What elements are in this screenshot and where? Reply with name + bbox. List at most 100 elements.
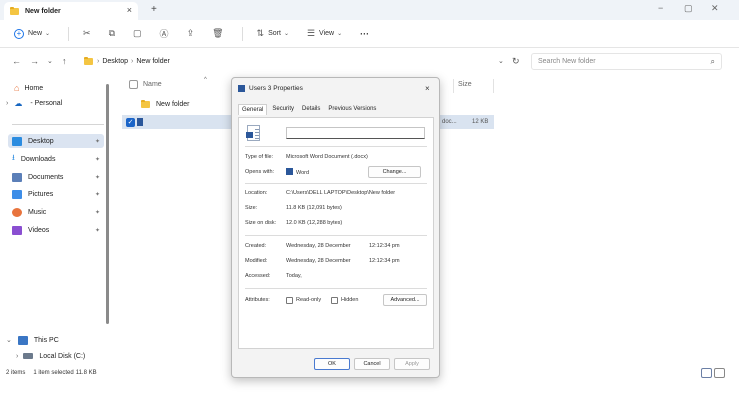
tab-new-folder[interactable]: New folder × [4,2,138,20]
chevron-down-icon: ⌄ [337,31,343,37]
minimize-button[interactable]: − [658,3,663,13]
sidebar-scrollbar[interactable] [106,84,109,324]
change-button[interactable]: Change... [368,166,421,178]
details-view-icon[interactable] [701,368,712,378]
sidebar-item-desktop[interactable]: Desktop [8,134,104,148]
sidebar-item-documents[interactable]: Documents [12,170,63,184]
delete-button[interactable]: 🗑 [212,28,227,39]
chevron-right-icon: › [16,352,19,360]
up-arrow-icon[interactable]: ↑ [62,56,67,66]
dialog-title-text: Users 3 Properties [249,85,303,92]
view-button[interactable]: ☰ View ⌄ [307,28,346,39]
item-name: New folder [156,100,190,108]
copy-button[interactable]: ⧉ [109,28,119,39]
recent-chevron-icon[interactable]: ⌄ [47,57,53,65]
word-doc-icon [238,85,245,92]
tab-previous-versions[interactable]: Previous Versions [325,104,379,115]
command-bar: + New ⌄ ✂ ⧉ ▢ Ⓐ ⇪ 🗑 ⇅ Sort ⌄ ☰ View ⌄ ··… [0,20,739,48]
sidebar-label: Desktop [28,137,54,145]
restore-button[interactable]: ▢ [684,3,693,14]
file-name-field[interactable] [286,127,425,139]
sidebar-item-music[interactable]: Music [12,205,46,219]
share-button[interactable]: ⇪ [187,28,199,39]
search-input[interactable]: Search New folder ⌕ [531,53,722,70]
sidebar-item-downloads[interactable]: ⭳ Downloads [12,152,55,166]
type-value: Microsoft Word Document (.docx) [286,154,368,160]
tab-details[interactable]: Details [299,104,323,115]
column-header-name[interactable]: Name [143,81,162,88]
address-bar[interactable]: › Desktop › New folder [82,53,522,70]
size-on-disk-label: Size on disk: [245,220,277,226]
apply-button[interactable]: Apply [394,358,430,370]
breadcrumb-separator: › [97,58,100,65]
modified-time: 12:12:34 pm [369,258,400,264]
sidebar-item-onedrive[interactable]: › ☁ - Personal [6,96,62,110]
location-label: Location: [245,190,268,196]
plus-icon: + [14,28,24,39]
sort-icon: ⇅ [256,28,265,38]
tiles-view-icon[interactable] [714,368,725,378]
paste-button[interactable]: ▢ [133,28,146,39]
item-type: doc... [442,119,457,125]
home-icon: ⌂ [14,83,20,93]
advanced-button[interactable]: Advanced... [383,294,427,306]
music-icon [12,207,22,217]
tab-general[interactable]: General [238,104,268,115]
pin-icon: ✦ [95,175,101,181]
forward-arrow-icon[interactable]: → [30,56,39,66]
select-all-checkbox[interactable] [129,80,138,89]
general-panel: Type of file: Microsoft Word Document (.… [238,117,434,349]
sidebar-item-this-pc[interactable]: ⌄ This PC [6,333,59,347]
chevron-right-icon: › [6,99,9,107]
close-window-button[interactable]: ✕ [711,3,719,14]
chevron-down-icon: ⌄ [283,31,289,37]
separator [245,235,427,236]
sidebar-item-home[interactable]: ⌂ Home [14,81,43,95]
sidebar-item-local-disk[interactable]: › Local Disk (C:) [16,349,85,363]
computer-icon [17,335,28,345]
sidebar-item-videos[interactable]: Videos [12,223,49,237]
back-arrow-icon[interactable]: ← [12,56,21,66]
folder-icon [10,6,19,15]
tab-close-button[interactable]: × [127,5,132,15]
cut-button[interactable]: ✂ [83,28,95,39]
videos-icon [12,225,22,235]
sidebar-label: Music [28,208,47,216]
pin-icon: ✦ [95,210,101,216]
new-button[interactable]: + New ⌄ [14,28,54,39]
view-icon: ☰ [306,28,316,38]
refresh-icon[interactable]: ↻ [512,56,520,67]
opens-with-label: Opens with: [245,169,275,175]
opens-with-app: Word [296,170,310,176]
breadcrumb-new-folder[interactable]: New folder [136,58,169,65]
sidebar-label: Downloads [20,155,56,163]
ok-button[interactable]: OK [314,358,350,370]
checkbox-checked-icon[interactable]: ✓ [126,117,135,127]
address-dropdown-icon[interactable]: ⌄ [498,57,504,65]
hidden-checkbox[interactable] [331,297,338,304]
rename-button[interactable]: Ⓐ [160,27,173,40]
pin-icon: ✦ [95,157,101,163]
new-tab-button[interactable]: + [151,4,157,15]
cloud-icon: ☁ [14,98,23,108]
sidebar-item-pictures[interactable]: Pictures [12,187,53,201]
more-options-button[interactable]: ··· [360,29,369,39]
desktop-icon [12,136,22,146]
pin-icon: ✦ [95,139,101,145]
read-only-checkbox[interactable] [286,297,293,304]
share-icon: ⇪ [186,28,195,38]
sidebar-label: Documents [28,173,64,181]
column-divider [493,79,494,93]
breadcrumb-desktop[interactable]: Desktop [102,58,128,65]
sidebar-label: This PC [33,336,59,344]
cut-icon: ✂ [83,28,91,38]
read-only-label: Read-only [296,297,322,303]
cancel-button[interactable]: Cancel [354,358,390,370]
chevron-down-icon: ⌄ [45,31,51,37]
tab-security[interactable]: Security [269,104,297,115]
item-size: 12 KB [472,119,489,125]
sort-button[interactable]: ⇅ Sort ⌄ [257,28,293,39]
column-header-size[interactable]: Size [458,81,472,88]
dialog-close-button[interactable]: × [425,84,430,93]
documents-icon [12,172,22,182]
